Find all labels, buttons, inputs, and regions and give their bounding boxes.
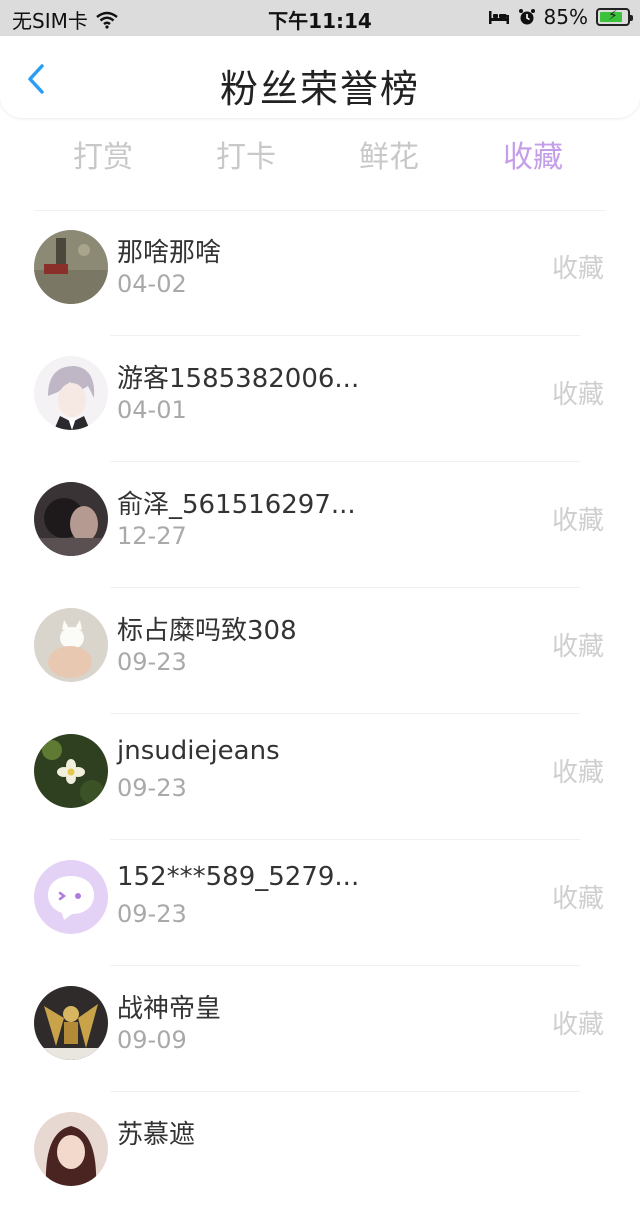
avatar	[34, 860, 108, 934]
photo-avatar	[34, 230, 108, 304]
default-chat-avatar	[34, 860, 108, 934]
avatar	[34, 608, 108, 682]
list-item[interactable]: 苏慕遮	[0, 1092, 640, 1218]
alarm-icon	[518, 9, 535, 25]
avatar	[34, 356, 108, 430]
fan-name: 苏慕遮	[117, 1120, 196, 1150]
list-item[interactable]: 标占糜吗致308 09-23 收藏	[0, 588, 640, 714]
favorite-label: 收藏	[551, 632, 604, 662]
avatar	[34, 734, 108, 808]
fan-date: 09-09	[117, 1026, 187, 1054]
battery-percent: 85%	[543, 5, 588, 29]
battery-cap	[630, 15, 633, 21]
fan-date: 04-01	[117, 396, 187, 424]
fan-date: 12-27	[117, 522, 187, 550]
bolt-icon: ⚡	[608, 8, 618, 24]
list-item[interactable]: jnsudiejeans 09-23 收藏	[0, 714, 640, 840]
anime-boy-avatar	[34, 356, 108, 430]
bed-icon	[488, 11, 509, 24]
tab-flowers[interactable]: 鲜花	[339, 132, 439, 176]
list-item[interactable]: 152***589_5279... 09-23 收藏	[0, 840, 640, 966]
fan-name: 那啥那啥	[117, 238, 222, 268]
favorite-label: 收藏	[551, 506, 604, 536]
tab-bar: 打赏 打卡 鲜花 收藏	[0, 132, 640, 182]
fan-name: 俞泽_561516297...	[117, 490, 356, 520]
dark-portrait-avatar	[34, 482, 108, 556]
favorite-label: 收藏	[551, 254, 604, 284]
fan-date: 09-23	[117, 774, 187, 802]
avatar	[34, 230, 108, 304]
nav-header: 粉丝荣誉榜	[0, 36, 640, 118]
list-item[interactable]: 战神帝皇 09-09 收藏	[0, 966, 640, 1092]
avatar	[34, 482, 108, 556]
flower-avatar	[34, 734, 108, 808]
page-title: 粉丝荣誉榜	[219, 67, 420, 111]
fan-date: 09-23	[117, 900, 187, 928]
fan-date: 09-23	[117, 648, 187, 676]
fan-name: 标占糜吗致308	[117, 616, 297, 646]
battery-charging-icon: ⚡	[596, 8, 633, 26]
list-item[interactable]: 俞泽_561516297... 12-27 收藏	[0, 462, 640, 588]
status-right: 85% ⚡	[488, 5, 633, 29]
fan-name: 战神帝皇	[117, 994, 222, 1024]
list-item[interactable]: 游客1585382006... 04-01 收藏	[0, 336, 640, 462]
tab-reward[interactable]: 打赏	[53, 132, 153, 176]
favorite-label: 收藏	[551, 884, 604, 914]
favorite-label: 收藏	[551, 758, 604, 788]
status-bar: 无SIM卡 下午11:14 85% ⚡	[0, 0, 640, 36]
avatar	[34, 986, 108, 1060]
girl-avatar	[34, 1112, 108, 1186]
fan-name: 游客1585382006...	[117, 364, 360, 394]
tab-favorites[interactable]: 收藏	[483, 132, 583, 176]
fan-name: jnsudiejeans	[117, 736, 280, 766]
tab-checkin[interactable]: 打卡	[196, 132, 296, 176]
armor-avatar	[34, 986, 108, 1060]
favorite-label: 收藏	[551, 1010, 604, 1040]
fan-date: 04-02	[117, 270, 187, 298]
fan-name: 152***589_5279...	[117, 862, 360, 892]
cat-avatar	[34, 608, 108, 682]
avatar	[34, 1112, 108, 1186]
favorite-label: 收藏	[551, 380, 604, 410]
list-item[interactable]: 那啥那啥 04-02 收藏	[0, 210, 640, 336]
